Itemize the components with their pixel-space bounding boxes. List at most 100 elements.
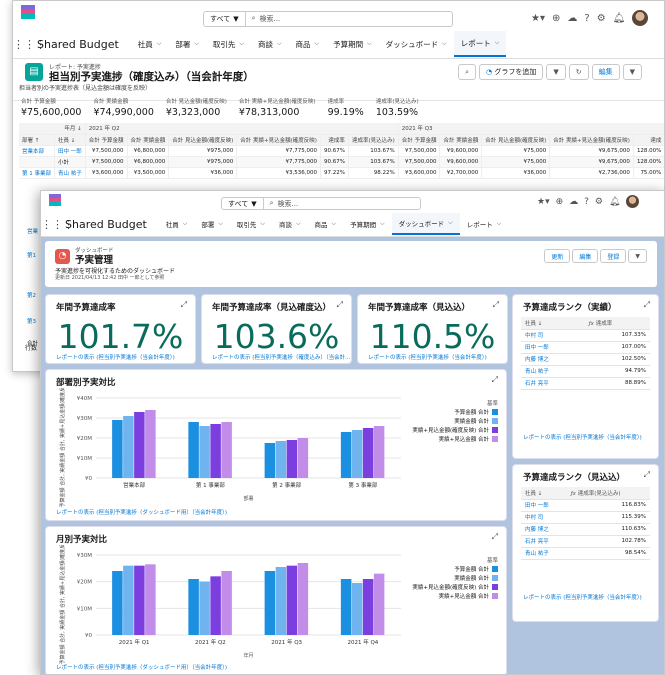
column-header[interactable]: 達成: [633, 134, 664, 146]
bar-2[interactable]: [134, 565, 145, 635]
rank-employee[interactable]: 石井 亮平: [521, 535, 567, 548]
nav-item-2[interactable]: 取引先 ⌵: [206, 31, 251, 57]
column-header[interactable]: 合計 予算金額: [85, 134, 128, 146]
bar-3[interactable]: [221, 571, 232, 635]
chevron-down-icon[interactable]: ⌵: [296, 220, 301, 228]
search-scope-select[interactable]: すべて ▼: [204, 12, 246, 26]
expand-icon[interactable]: ⤢: [644, 470, 650, 480]
bar-0[interactable]: [340, 579, 352, 635]
user-avatar[interactable]: [626, 195, 640, 208]
bar-3[interactable]: [373, 426, 385, 478]
global-search[interactable]: すべて ▼ ⌕ 検索...: [203, 11, 453, 27]
nav-item-5[interactable]: 予算期間 ⌵: [343, 213, 392, 235]
nav-item-3[interactable]: 商談 ⌵: [272, 213, 308, 235]
table-cell[interactable]: 営業本部: [19, 145, 55, 157]
bar-3[interactable]: [373, 573, 385, 635]
kpi-report-link[interactable]: レポートの表示 (担当別予実進捗（確度込み）（当会計...: [212, 353, 350, 361]
rank-employee[interactable]: 中村 司: [521, 329, 585, 342]
more-actions-button[interactable]: ▼: [622, 64, 642, 80]
expand-icon[interactable]: ⤢: [644, 300, 650, 310]
legend-item[interactable]: 実績+見込金額 合計: [398, 591, 498, 600]
bar-1[interactable]: [123, 416, 134, 478]
favorites-icon[interactable]: ★▾: [537, 197, 550, 207]
bar-3[interactable]: [221, 422, 232, 478]
chevron-down-icon[interactable]: ⌵: [332, 220, 337, 228]
expand-icon[interactable]: ⤢: [493, 300, 499, 310]
expand-icon[interactable]: ⤢: [492, 375, 498, 385]
column-header[interactable]: 合計 見込金額(確度反映): [481, 134, 551, 146]
bar-0[interactable]: [264, 443, 276, 478]
bar-0[interactable]: [112, 571, 123, 635]
legend-item[interactable]: 実績+見込金額(確度反映) 合計: [398, 425, 498, 434]
chevron-down-icon[interactable]: ⌵: [260, 220, 265, 228]
bar-1[interactable]: [275, 441, 287, 478]
rank-col-employee[interactable]: 社員 ↓: [521, 487, 567, 500]
rank-col-rate[interactable]: ƒx 達成率(見込込み): [566, 487, 650, 500]
nav-item-5[interactable]: 予算期間 ⌵: [326, 31, 379, 57]
rank-report-link[interactable]: レポートの表示 (担当別予実進捗（当会計年度）): [523, 593, 642, 601]
edit-report-button[interactable]: 編集: [591, 64, 620, 80]
rank-employee[interactable]: 石井 亮平: [521, 377, 585, 390]
more-actions-button[interactable]: ▼: [628, 249, 647, 263]
bar-1[interactable]: [123, 565, 134, 635]
nav-item-4[interactable]: 商品 ⌵: [289, 31, 327, 57]
column-header[interactable]: 合計 実績金額: [127, 134, 170, 146]
column-header[interactable]: 合計 実績金額: [439, 134, 483, 146]
bar-1[interactable]: [199, 426, 210, 478]
table-cell[interactable]: 小計: [54, 156, 86, 168]
legend-item[interactable]: 実績+見込金額(確度反映) 合計: [398, 582, 498, 591]
chevron-down-icon[interactable]: ⌵: [239, 40, 244, 48]
column-header[interactable]: 合計 実績+見込金額(確度反映): [236, 134, 321, 146]
user-avatar[interactable]: [632, 10, 649, 26]
table-cell[interactable]: 青山 祐子: [54, 167, 86, 179]
table-cell[interactable]: 田中 一郎: [54, 145, 86, 157]
legend-item[interactable]: 実績金額 合計: [398, 573, 498, 582]
global-search[interactable]: すべて ▼ ⌕ 検索...: [221, 197, 421, 210]
bar-2[interactable]: [286, 565, 298, 635]
chevron-down-icon[interactable]: ⌵: [277, 40, 282, 48]
bar-0[interactable]: [340, 432, 352, 478]
app-launcher-icon[interactable]: ⋮⋮⋮: [13, 38, 46, 51]
bar-1[interactable]: [275, 567, 287, 635]
bar-0[interactable]: [264, 571, 276, 635]
legend-item[interactable]: 予算金額 合計: [398, 407, 498, 416]
chevron-down-icon[interactable]: ⌵: [183, 220, 188, 228]
rank-col-employee[interactable]: 社員 ↓: [521, 317, 585, 330]
column-header[interactable]: 達成率(見込込み): [348, 134, 399, 146]
edit-dashboard-button[interactable]: 編集: [572, 249, 599, 263]
app-launcher-icon[interactable]: ⋮⋮⋮: [41, 218, 74, 231]
rank-employee[interactable]: 内藤 博之: [521, 353, 585, 366]
setup-gear-icon[interactable]: ⚙: [595, 197, 603, 207]
notification-bell-icon[interactable]: 🔔︎: [613, 13, 626, 24]
bar-2[interactable]: [362, 579, 374, 635]
bar-3[interactable]: [145, 564, 156, 635]
bar-3[interactable]: [297, 438, 309, 478]
rank-report-link[interactable]: レポートの表示 (担当別予実進捗（当会計年度）): [523, 433, 642, 441]
report-search-button[interactable]: ⌕: [458, 64, 476, 80]
column-header[interactable]: 合計 実績+見込金額(確度反映): [549, 134, 634, 146]
chart-report-link[interactable]: レポートの表示 (担当別予実進捗（ダッシュボード用）（当会計年度）): [56, 663, 227, 671]
rank-col-rate[interactable]: ƒx 達成率: [584, 317, 650, 330]
bar-2[interactable]: [286, 440, 298, 478]
filter-button[interactable]: ▼: [546, 64, 566, 80]
chevron-down-icon[interactable]: ⌵: [497, 220, 502, 228]
bar-2[interactable]: [210, 576, 221, 635]
add-icon[interactable]: ⊕: [556, 197, 564, 207]
nav-item-6[interactable]: ダッシュボード ⌵: [391, 213, 460, 235]
bar-0[interactable]: [188, 422, 199, 478]
nav-item-0[interactable]: 社員 ⌵: [159, 213, 195, 235]
bar-2[interactable]: [210, 424, 221, 478]
notification-bell-icon[interactable]: 🔔︎: [609, 197, 620, 207]
favorites-icon[interactable]: ★▾: [531, 13, 545, 24]
trailhead-icon[interactable]: ☁: [569, 197, 578, 207]
bar-2[interactable]: [362, 428, 374, 478]
nav-item-6[interactable]: ダッシュボード ⌵: [379, 31, 454, 57]
column-header[interactable]: 達成率: [320, 134, 349, 146]
chevron-down-icon[interactable]: ⌵: [442, 40, 447, 48]
chevron-down-icon[interactable]: ⌵: [194, 40, 199, 48]
chevron-down-icon[interactable]: ⌵: [157, 40, 162, 48]
bar-3[interactable]: [297, 563, 309, 635]
nav-item-0[interactable]: 社員 ⌵: [131, 31, 169, 57]
legend-item[interactable]: 実績+見込金額 合計: [398, 434, 498, 443]
legend-item[interactable]: 予算金額 合計: [398, 564, 498, 573]
